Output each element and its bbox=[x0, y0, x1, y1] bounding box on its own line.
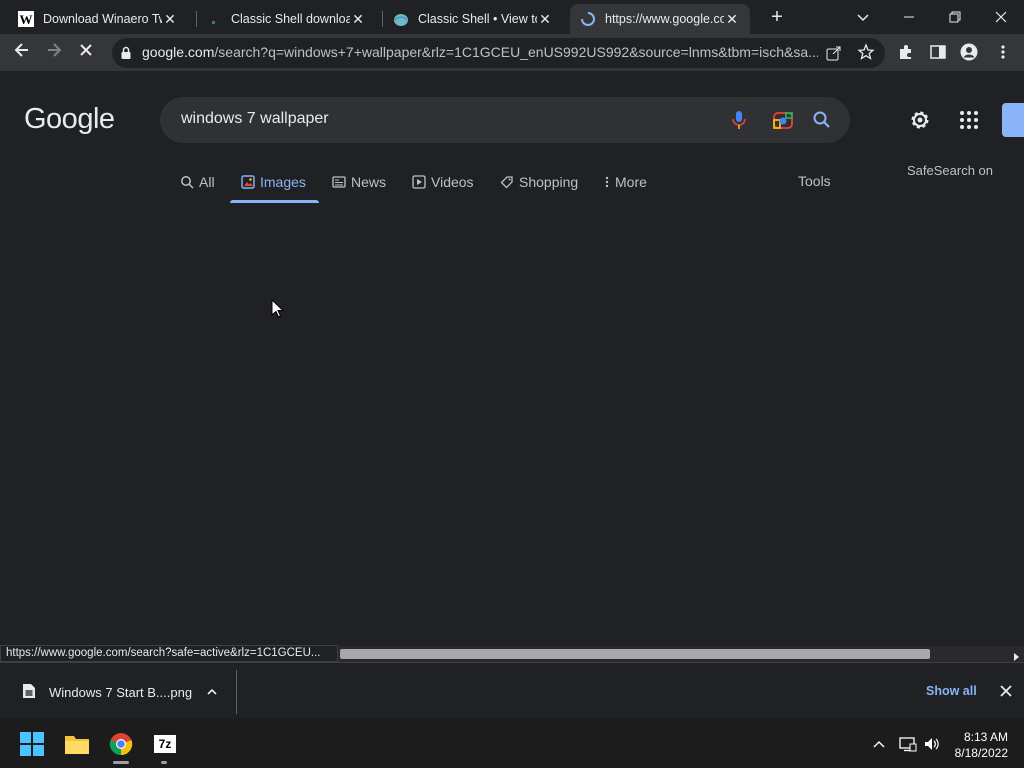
share-icon[interactable] bbox=[825, 44, 843, 62]
safesearch-status[interactable]: SafeSearch on bbox=[907, 163, 993, 178]
url-host: google.com bbox=[142, 44, 215, 60]
new-tab-button[interactable]: + bbox=[766, 6, 788, 28]
mouse-cursor-icon bbox=[271, 298, 285, 319]
svg-text:W: W bbox=[20, 12, 33, 27]
tab-classic-shell-downloads[interactable]: Classic Shell downloads ✕ bbox=[196, 4, 376, 34]
tab-label: More bbox=[615, 174, 647, 190]
network-icon[interactable] bbox=[899, 736, 917, 752]
seven-zip-label: 7z bbox=[154, 735, 176, 753]
close-tab-icon[interactable]: ✕ bbox=[350, 11, 366, 27]
link-status-bubble: https://www.google.com/search?safe=activ… bbox=[0, 645, 338, 662]
back-button[interactable] bbox=[8, 38, 36, 66]
windows-start-icon[interactable] bbox=[16, 728, 48, 760]
close-tab-icon[interactable]: ✕ bbox=[724, 11, 740, 27]
bookmark-star-icon[interactable] bbox=[857, 43, 875, 61]
google-apps-grid-icon[interactable] bbox=[959, 110, 979, 130]
taskbar-clock-time[interactable]: 8:13 AM bbox=[962, 730, 1008, 744]
price-tag-icon bbox=[500, 175, 514, 189]
restore-window-icon[interactable] bbox=[946, 8, 964, 26]
tab-label: Images bbox=[260, 174, 306, 190]
url-text[interactable]: google.com/search?q=windows+7+wallpaper&… bbox=[142, 44, 818, 60]
volume-speaker-icon[interactable] bbox=[923, 736, 941, 752]
tab-shopping[interactable]: Shopping bbox=[500, 172, 578, 192]
news-icon bbox=[332, 175, 346, 189]
winaero-w-icon: W bbox=[18, 11, 34, 27]
tab-images[interactable]: Images bbox=[241, 172, 306, 192]
download-options-chevron-up-icon[interactable] bbox=[205, 685, 219, 699]
tab-title: Classic Shell • View topic bbox=[418, 12, 537, 26]
search-icon[interactable] bbox=[812, 110, 832, 130]
profile-avatar-icon[interactable] bbox=[960, 43, 978, 61]
tab-videos[interactable]: Videos bbox=[412, 172, 474, 192]
lens-camera-icon[interactable] bbox=[772, 109, 794, 131]
chrome-icon[interactable] bbox=[105, 728, 137, 760]
extensions-puzzle-icon[interactable] bbox=[897, 43, 915, 61]
download-item-divider bbox=[236, 670, 237, 714]
image-icon bbox=[241, 175, 255, 189]
scroll-right-arrow-icon[interactable] bbox=[1011, 649, 1021, 661]
file-explorer-folder-icon[interactable] bbox=[61, 728, 93, 760]
forward-button[interactable] bbox=[40, 38, 68, 66]
back-arrow-icon bbox=[13, 41, 31, 64]
classic-shell-shell-icon bbox=[393, 11, 409, 27]
tab-classic-shell-topic[interactable]: Classic Shell • View topic ✕ bbox=[383, 4, 563, 34]
seven-zip-running-indicator bbox=[161, 761, 167, 764]
close-download-shelf-icon[interactable] bbox=[999, 684, 1013, 698]
video-play-icon bbox=[412, 175, 426, 189]
close-tab-icon[interactable]: ✕ bbox=[537, 11, 553, 27]
sign-in-button[interactable] bbox=[1002, 103, 1024, 137]
stop-loading-button[interactable] bbox=[72, 38, 100, 66]
seven-zip-icon[interactable]: 7z bbox=[149, 728, 181, 760]
google-logo[interactable]: Google bbox=[24, 103, 115, 136]
search-input[interactable]: windows 7 wallpaper bbox=[181, 110, 329, 128]
chrome-running-indicator bbox=[113, 761, 129, 764]
browser-menu-kebab-icon[interactable] bbox=[994, 43, 1012, 61]
close-tab-icon[interactable]: ✕ bbox=[162, 11, 178, 27]
tab-label: All bbox=[199, 174, 215, 190]
stop-x-icon bbox=[77, 41, 95, 64]
tab-google-search[interactable]: https://www.google.com/search ✕ bbox=[570, 4, 750, 34]
scrollbar-thumb[interactable] bbox=[340, 649, 930, 659]
lock-icon[interactable] bbox=[120, 46, 132, 60]
show-hidden-icons-chevron-icon[interactable] bbox=[872, 737, 886, 751]
tab-news[interactable]: News bbox=[332, 172, 386, 192]
tab-title: Download Winaero Tweaker bbox=[43, 12, 162, 26]
taskbar-clock-date[interactable]: 8/18/2022 bbox=[950, 746, 1008, 760]
tab-label: Shopping bbox=[519, 174, 579, 190]
tab-title: https://www.google.com/search bbox=[605, 12, 724, 26]
classic-shell-small-icon bbox=[206, 11, 222, 27]
show-all-downloads-link[interactable]: Show all bbox=[926, 684, 977, 698]
tab-all[interactable]: All bbox=[180, 172, 215, 192]
tab-label: Videos bbox=[431, 174, 474, 190]
page-content bbox=[0, 71, 1024, 646]
selected-tab-underline bbox=[230, 200, 319, 203]
minimize-window-icon[interactable] bbox=[900, 8, 918, 26]
tab-title: Classic Shell downloads bbox=[231, 12, 350, 26]
tab-winaero[interactable]: W Download Winaero Tweaker ✕ bbox=[8, 4, 188, 34]
search-icon bbox=[180, 175, 194, 189]
download-item-filename[interactable]: Windows 7 Start B....png bbox=[49, 685, 192, 700]
more-vertical-dots-icon bbox=[604, 175, 610, 189]
side-panel-icon[interactable] bbox=[929, 43, 947, 61]
close-window-icon[interactable] bbox=[992, 8, 1010, 26]
voice-search-mic-icon[interactable] bbox=[729, 109, 749, 131]
tab-more[interactable]: More bbox=[604, 172, 647, 192]
file-icon bbox=[22, 683, 36, 699]
settings-gear-icon[interactable] bbox=[908, 108, 932, 132]
url-path: /search?q=windows+7+wallpaper&rlz=1C1GCE… bbox=[214, 44, 818, 60]
tab-label: News bbox=[351, 174, 387, 190]
tab-search-chevron-icon[interactable] bbox=[854, 8, 872, 26]
forward-arrow-icon bbox=[45, 41, 63, 64]
tools-button[interactable]: Tools bbox=[798, 173, 831, 189]
loading-spinner-icon bbox=[580, 11, 596, 27]
